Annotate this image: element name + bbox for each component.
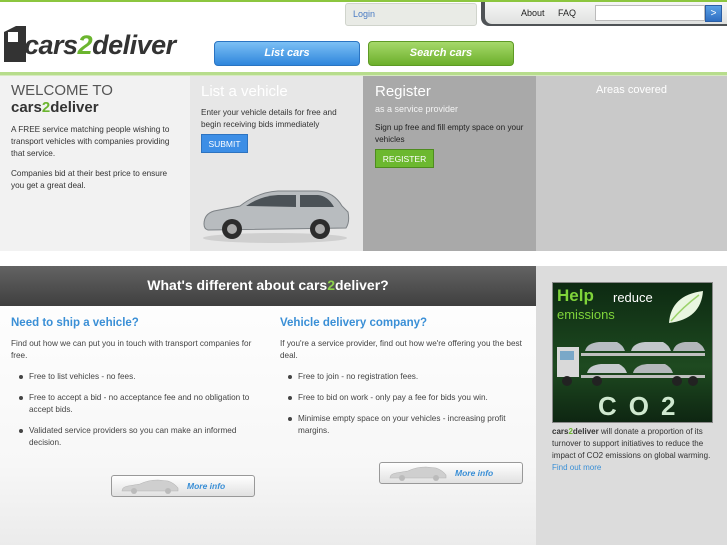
register-panel: Register as a service provider Sign up f… — [363, 76, 536, 251]
promo-help-text: Help — [557, 286, 594, 305]
top-nav-inner: About FAQ > — [485, 2, 727, 24]
top-nav-bar: About FAQ > — [481, 2, 727, 26]
more-info-label: More info — [187, 481, 226, 491]
co2-promo-banner[interactable]: Help reduce emissions CO2 — [552, 282, 713, 423]
search-input[interactable] — [595, 5, 705, 21]
delivery-company-intro: If you're a service provider, find out h… — [280, 339, 522, 360]
register-title: Register — [375, 83, 431, 100]
co2-sidebar: Help reduce emissions CO2 cars2deliver w… — [536, 266, 727, 545]
login-box: Login — [345, 3, 477, 26]
list-item: Free to join - no registration fees. — [280, 371, 520, 383]
tab-list-cars[interactable]: List cars — [214, 41, 360, 66]
features-title: What's different about cars2deliver? — [147, 277, 389, 293]
ship-vehicle-bullets: Free to list vehicles - no fees. Free to… — [11, 371, 251, 458]
features-header: What's different about cars2deliver? — [0, 266, 536, 306]
delivery-company-bullets: Free to join - no registration fees. Fre… — [280, 371, 520, 446]
list-vehicle-panel: List a vehicle Enter your vehicle detail… — [190, 76, 363, 251]
submit-button[interactable]: SUBMIT — [201, 134, 248, 153]
promo-emissions-text: emissions — [557, 307, 615, 322]
register-subtitle: as a service provider — [375, 104, 459, 114]
list-vehicle-text: Enter your vehicle details for free and … — [201, 108, 337, 129]
search-button[interactable]: > — [705, 5, 722, 22]
welcome-title: WELCOME TO — [11, 82, 113, 99]
areas-covered-title: Areas covered — [596, 84, 667, 96]
list-vehicle-title: List a vehicle — [201, 83, 288, 100]
ship-more-info-button[interactable]: More info — [111, 475, 255, 497]
list-item: Free to bid on work - only pay a fee for… — [280, 392, 520, 404]
welcome-bid-text: Companies bid at their best price to ens… — [11, 169, 168, 190]
register-text: Sign up free and fill empty space on you… — [375, 123, 524, 144]
delivery-more-info-button[interactable]: More info — [379, 462, 523, 484]
more-info-label: More info — [455, 468, 494, 478]
list-item: Validated service providers so you can m… — [11, 425, 251, 449]
login-link[interactable]: Login — [353, 9, 375, 19]
co2-donation-text: cars2deliver will donate a proportion of… — [552, 427, 711, 472]
welcome-panel: WELCOME TO cars2deliver A FREE service m… — [0, 76, 190, 251]
welcome-brand: cars2deliver — [11, 99, 99, 116]
car-silhouette-icon — [389, 466, 447, 481]
site-logo[interactable]: cars2deliver — [2, 18, 212, 70]
leaf-icon — [669, 291, 703, 323]
tab-search-cars[interactable]: Search cars — [368, 41, 514, 66]
promo-co2-text: CO2 — [598, 391, 688, 421]
list-item: Free to list vehicles - no fees. — [11, 371, 251, 383]
logo-text: cars2deliver — [24, 30, 176, 60]
list-item: Minimise empty space on your vehicles - … — [280, 413, 520, 437]
sidebar-brand: cars2deliver — [552, 427, 599, 436]
find-out-more-link[interactable]: Find out more — [552, 463, 601, 472]
ship-vehicle-title: Need to ship a vehicle? — [11, 317, 139, 329]
promo-reduce-text: reduce — [613, 290, 653, 305]
silver-car-image — [203, 190, 350, 243]
welcome-description: A FREE service matching people wishing t… — [11, 125, 170, 158]
areas-covered-panel[interactable]: Areas covered — [536, 76, 727, 251]
register-button[interactable]: REGISTER — [375, 149, 434, 168]
car-silhouette-icon — [121, 479, 179, 494]
about-link[interactable]: About — [521, 8, 545, 18]
faq-link[interactable]: FAQ — [558, 8, 576, 18]
delivery-company-title: Vehicle delivery company? — [280, 317, 428, 329]
list-item: Free to accept a bid - no acceptance fee… — [11, 392, 251, 416]
car-transporter-icon — [557, 342, 705, 386]
ship-vehicle-intro: Find out how we can put you in touch wit… — [11, 339, 252, 360]
chevron-right-icon: > — [710, 8, 717, 19]
